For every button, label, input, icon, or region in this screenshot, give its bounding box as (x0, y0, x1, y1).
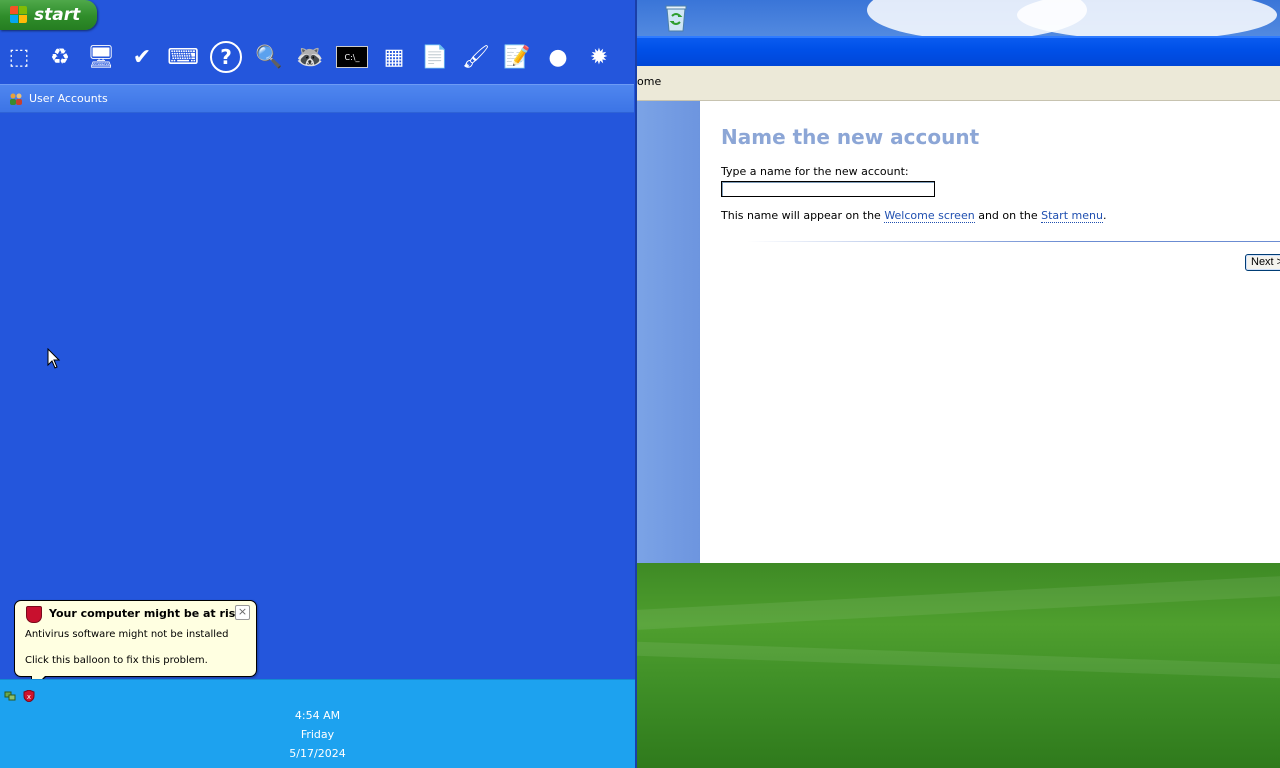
search-icon[interactable]: 🔍 (252, 40, 286, 74)
security-alert-balloon[interactable]: Your computer might be at risk × Antivir… (14, 600, 257, 691)
taskbar-button-label: User Accounts (29, 92, 108, 105)
raccoon-icon[interactable]: 🦝 (293, 40, 327, 74)
show-desktop-icon[interactable]: ⬚ (2, 40, 36, 74)
my-computer-icon[interactable]: 🖥 (84, 40, 118, 74)
recycle-bin-icon[interactable]: ♻ (43, 40, 77, 74)
divider-line (747, 241, 1280, 242)
quick-launch-bar: ⬚ ♻ 🖥 ✔ ⌨? 🔍 🦝 C:\_ ▦ 📄 🖌 📝 ● ✹ (2, 38, 616, 76)
wordpad-icon[interactable]: 📝 (500, 40, 534, 74)
checklist-icon[interactable]: ✔ (125, 40, 159, 74)
note-prefix: This name will appear on the (721, 209, 885, 222)
paint-icon[interactable]: 🖌 (459, 40, 493, 74)
security-shield-icon (26, 606, 42, 623)
clock-day: Friday (300, 728, 335, 741)
help-icon[interactable]: ? (210, 41, 242, 73)
bliss-wallpaper-hill (636, 563, 1280, 768)
recycle-bin-desktop-icon[interactable] (664, 4, 688, 32)
start-button[interactable]: start (0, 0, 97, 30)
keyboard-icon[interactable]: ⌨ (166, 40, 200, 74)
window-title-bar[interactable] (637, 36, 1280, 67)
home-link[interactable]: ome (637, 75, 661, 88)
desktop: ome Name the new account Type a name for… (635, 0, 1280, 768)
clock-date: 5/17/2024 (289, 747, 346, 760)
taskbar-button-user-accounts[interactable]: User Accounts (0, 84, 634, 113)
sphere-icon[interactable]: ● (541, 40, 575, 74)
account-name-label: Type a name for the new account: (721, 165, 909, 178)
next-button[interactable]: Next > (1245, 254, 1280, 271)
svg-text:x: x (27, 693, 31, 701)
network-tray-icon[interactable] (4, 690, 16, 702)
clock-time[interactable]: 4:54 AM (0, 709, 635, 722)
minesweeper-icon[interactable]: ✹ (582, 40, 616, 74)
balloon-instruction: Click this balloon to fix this problem. (25, 655, 208, 666)
note-middle: and on the (974, 209, 1042, 222)
start-label: start (34, 5, 81, 25)
security-center-tray-icon[interactable]: x (23, 689, 35, 703)
user-accounts-window: ome Name the new account Type a name for… (637, 36, 1280, 566)
note-suffix: . (1102, 209, 1107, 222)
balloon-title: Your computer might be at risk (49, 607, 243, 620)
command-prompt-icon[interactable]: C:\_ (336, 46, 368, 68)
name-usage-note: This name will appear on the Welcome scr… (721, 209, 1107, 223)
mouse-pointer-icon (47, 347, 61, 373)
start-menu-link[interactable]: Start menu (1041, 209, 1103, 223)
notification-area: x 4:54 AM Friday 5/17/2024 (0, 679, 635, 768)
notepad-icon[interactable]: 📄 (418, 40, 452, 74)
windows-logo-icon (10, 6, 28, 24)
balloon-close-button[interactable]: × (235, 605, 250, 620)
welcome-screen-link[interactable]: Welcome screen (884, 209, 975, 223)
task-sidebar (637, 101, 700, 563)
balloon-message: Antivirus software might not be installe… (25, 629, 229, 640)
user-accounts-icon (9, 93, 23, 105)
window-toolbar: ome (637, 66, 1280, 101)
page-title: Name the new account (721, 125, 980, 149)
account-name-input[interactable] (721, 181, 935, 197)
taskbar: start ⬚ ♻ 🖥 ✔ ⌨? 🔍 🦝 C:\_ ▦ 📄 🖌 📝 ● ✹ User Accounts Y… (0, 0, 635, 768)
window-content: Name the new account Type a name for the… (637, 101, 1280, 563)
calculator-icon[interactable]: ▦ (377, 40, 411, 74)
